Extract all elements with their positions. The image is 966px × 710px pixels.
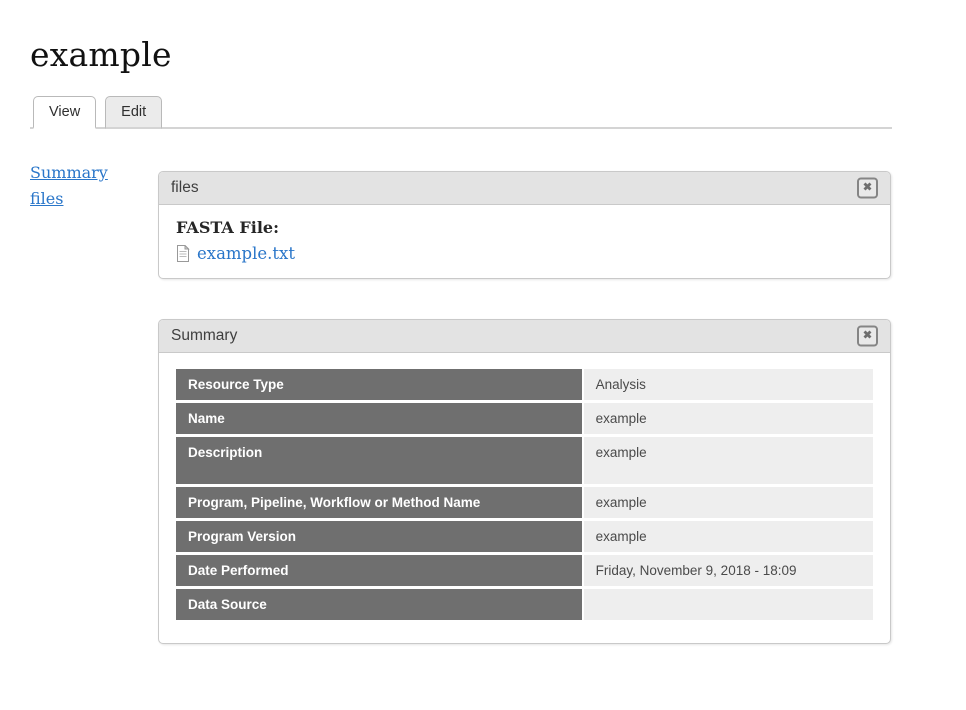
- row-value-program-name: example: [584, 487, 873, 518]
- row-value-name: example: [584, 403, 873, 434]
- tab-edit[interactable]: Edit: [105, 96, 162, 129]
- close-icon[interactable]: ✖: [857, 177, 878, 198]
- row-value-data-source: [584, 589, 873, 620]
- close-icon[interactable]: ✖: [857, 325, 878, 346]
- summary-panel-title: Summary: [171, 327, 237, 345]
- row-label-program-version: Program Version: [176, 521, 582, 552]
- row-value-description: example: [584, 437, 873, 484]
- summary-panel: Summary ✖ Resource Type Analysis Name ex…: [158, 319, 891, 644]
- fasta-file-label: FASTA File:: [176, 218, 874, 237]
- file-link[interactable]: example.txt: [197, 244, 295, 263]
- tab-strip: View Edit: [30, 96, 892, 129]
- summary-panel-body: Resource Type Analysis Name example Desc…: [159, 353, 890, 643]
- sidebar-link-summary[interactable]: Summary: [30, 160, 158, 186]
- document-icon: [176, 245, 190, 262]
- row-value-resource-type: Analysis: [584, 369, 873, 400]
- file-attachment-row: example.txt: [176, 244, 874, 263]
- row-value-program-version: example: [584, 521, 873, 552]
- tab-edit-label: Edit: [121, 104, 146, 120]
- row-label-name: Name: [176, 403, 582, 434]
- row-value-date-performed: Friday, November 9, 2018 - 18:09: [584, 555, 873, 586]
- row-label-description: Description: [176, 437, 582, 484]
- files-panel-header: files ✖: [159, 172, 890, 205]
- row-label-resource-type: Resource Type: [176, 369, 582, 400]
- row-label-date-performed: Date Performed: [176, 555, 582, 586]
- summary-table: Resource Type Analysis Name example Desc…: [176, 369, 873, 620]
- toc-sidebar: Summary files: [30, 158, 158, 644]
- content-area: Summary files files ✖ FASTA File:: [30, 158, 966, 644]
- tab-view[interactable]: View: [33, 96, 96, 129]
- summary-panel-header: Summary ✖: [159, 320, 890, 353]
- row-label-data-source: Data Source: [176, 589, 582, 620]
- files-panel-title: files: [171, 179, 199, 197]
- main-column: files ✖ FASTA File: example.: [158, 158, 891, 644]
- files-panel-body: FASTA File: example.txt: [159, 205, 890, 278]
- page-title: example: [30, 38, 966, 73]
- files-panel: files ✖ FASTA File: example.: [158, 171, 891, 279]
- sidebar-link-files[interactable]: files: [30, 186, 158, 212]
- row-label-program-name: Program, Pipeline, Workflow or Method Na…: [176, 487, 582, 518]
- tab-view-label: View: [49, 104, 80, 120]
